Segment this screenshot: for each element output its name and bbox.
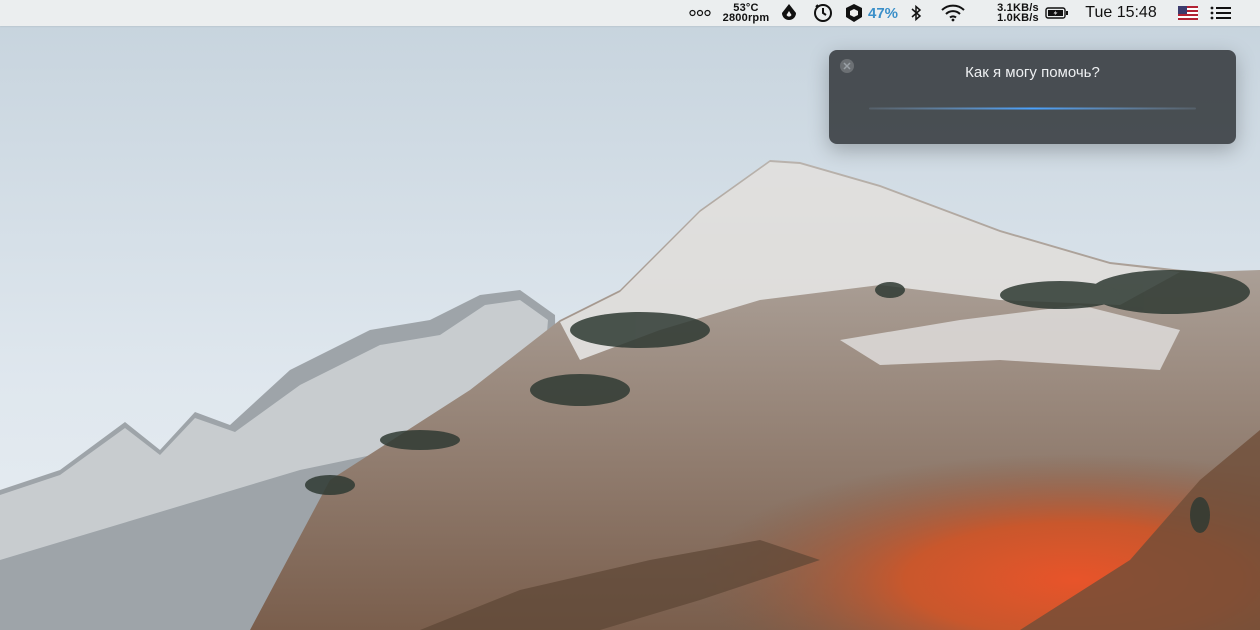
box-icon[interactable] — [843, 0, 865, 26]
siri-waveform — [869, 107, 1196, 110]
siri-panel: Как я могу помочь? — [829, 50, 1236, 144]
timer-icon[interactable] — [811, 0, 835, 26]
siri-prompt: Как я могу помочь? — [965, 64, 1100, 81]
bluetooth-icon[interactable] — [907, 0, 925, 26]
download-speed: 1.0KB/s — [997, 12, 1039, 24]
network-speed[interactable]: 3.1KB/s 1.0KB/s — [994, 0, 1042, 26]
sensor-readout[interactable]: 53°C 2800rpm — [720, 0, 772, 26]
battery-icon[interactable] — [1043, 0, 1071, 26]
clock[interactable]: Tue 15:48 — [1078, 0, 1164, 26]
list-icon[interactable] — [1208, 0, 1234, 26]
ellipsis-icon[interactable] — [686, 0, 714, 26]
activity-percent[interactable]: 47% — [866, 0, 900, 26]
wifi-icon[interactable] — [938, 0, 968, 26]
desktop: 53°C 2800rpm 47% 3.1KB/s 1.0KB/s Tue 15:… — [0, 0, 1260, 630]
us-flag-icon[interactable] — [1176, 0, 1200, 26]
menu-bar: 53°C 2800rpm 47% 3.1KB/s 1.0KB/s Tue 15:… — [0, 0, 1260, 26]
drop-icon[interactable] — [778, 0, 800, 26]
fan-speed-readout: 2800rpm — [722, 12, 770, 24]
